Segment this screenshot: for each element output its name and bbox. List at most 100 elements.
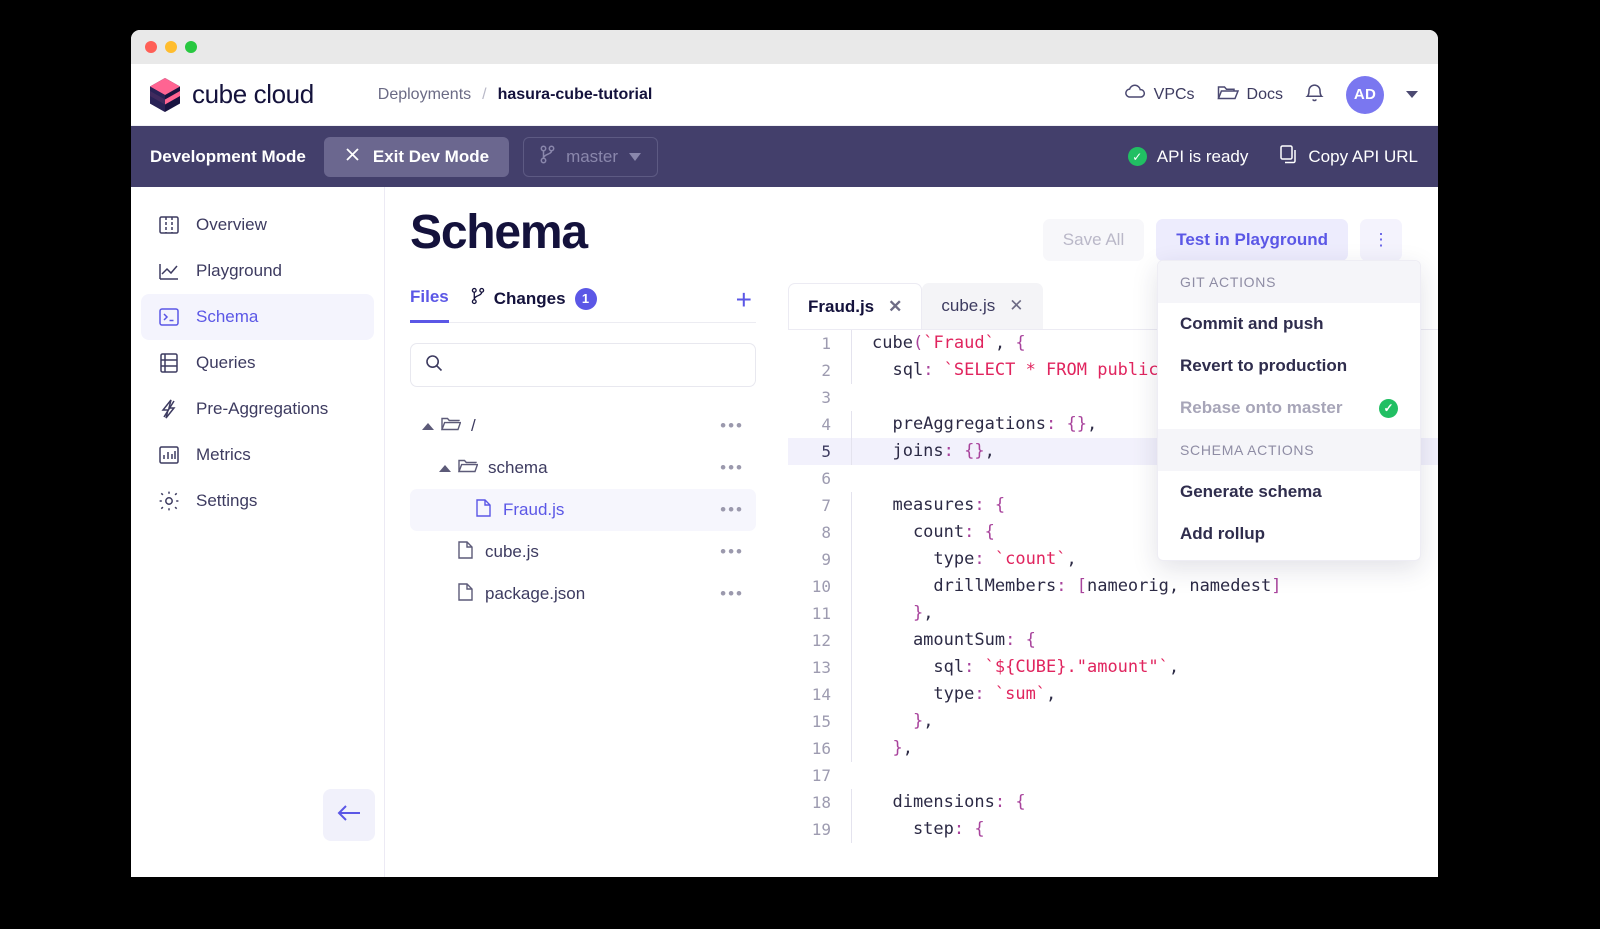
breadcrumb-deployments[interactable]: Deployments [378, 86, 471, 104]
code-line[interactable]: 13 sql: `${CUBE}."amount"`, [788, 654, 1438, 681]
tree-row-schema[interactable]: schema ••• [410, 447, 756, 489]
tree-row-menu[interactable]: ••• [720, 416, 744, 436]
development-mode-bar: Development Mode Exit Dev Mode master ✓ … [131, 126, 1438, 187]
sidebar-label: Metrics [196, 445, 251, 464]
sidebar-label: Playground [196, 261, 283, 280]
test-in-playground-button[interactable]: Test in Playground [1156, 219, 1348, 261]
tree-row-label: Fraud.js [503, 500, 565, 519]
code-line[interactable]: 19 step: { [788, 816, 1438, 843]
collapse-sidebar-button[interactable] [323, 789, 375, 841]
search-icon [425, 354, 443, 377]
docs-link[interactable]: Docs [1216, 84, 1283, 106]
code-line[interactable]: 11 }, [788, 600, 1438, 627]
editor-tab-cube-js[interactable]: cube.js ✕ [922, 283, 1043, 329]
sidebar-item-playground[interactable]: Playground [141, 248, 374, 294]
editor-tab-fraud-js[interactable]: Fraud.js ✕ [788, 283, 923, 329]
menu-item-revert-to-production[interactable]: Revert to production [1158, 345, 1420, 387]
sidebar-label: Settings [196, 491, 258, 510]
chevron-down-icon[interactable] [1406, 91, 1418, 98]
layout-icon [158, 214, 180, 236]
tree-row-fraud-js[interactable]: Fraud.js ••• [410, 489, 756, 531]
file-icon [458, 540, 473, 564]
copy-api-url-button[interactable]: Copy API URL [1280, 144, 1418, 169]
sidebar-item-overview[interactable]: Overview [141, 202, 374, 248]
code-line[interactable]: 14 type: `sum`, [788, 681, 1438, 708]
line-number: 12 [811, 631, 831, 650]
list-icon [158, 352, 180, 374]
code-text: count: { [851, 519, 995, 546]
actions-dropdown-menu: GIT ACTIONS Commit and push Revert to pr… [1157, 260, 1421, 561]
menu-item-generate-schema[interactable]: Generate schema [1158, 471, 1420, 513]
tree-row-package-json[interactable]: package.json ••• [410, 573, 756, 615]
save-all-button[interactable]: Save All [1042, 219, 1145, 261]
tree-row-menu[interactable]: ••• [720, 458, 744, 478]
code-text: amountSum: { [851, 627, 1036, 654]
sidebar-item-schema[interactable]: Schema [141, 294, 374, 340]
code-line[interactable]: 18 dimensions: { [788, 789, 1438, 816]
sidebar-label: Queries [196, 353, 256, 372]
tab-changes[interactable]: Changes 1 [471, 283, 597, 323]
sidebar-item-queries[interactable]: Queries [141, 340, 374, 386]
tab-changes-label: Changes [493, 288, 566, 308]
file-icon [476, 498, 491, 522]
menu-item-commit-and-push[interactable]: Commit and push [1158, 303, 1420, 345]
docs-label: Docs [1246, 85, 1283, 103]
sidebar-item-metrics[interactable]: Metrics [141, 432, 374, 478]
line-number: 18 [811, 793, 831, 812]
vpcs-link[interactable]: VPCs [1124, 84, 1195, 105]
changes-count-badge: 1 [574, 287, 597, 310]
code-text: type: `count`, [851, 546, 1077, 573]
search-input[interactable] [453, 356, 741, 374]
code-text: dimensions: { [851, 789, 1026, 816]
code-line[interactable]: 12 amountSum: { [788, 627, 1438, 654]
more-actions-button[interactable]: ⋮ [1360, 219, 1402, 261]
tree-row-label: cube.js [485, 542, 539, 561]
cube-cloud-logo[interactable]: cube cloud [148, 77, 314, 113]
window-minimize-button[interactable] [165, 41, 177, 53]
tab-files[interactable]: Files [410, 283, 449, 323]
caret-up-icon[interactable] [439, 464, 451, 472]
window-close-button[interactable] [145, 41, 157, 53]
tree-row-root[interactable]: / ••• [410, 405, 756, 447]
app-body: Overview Playground Schema Queries Pre-A… [131, 187, 1438, 877]
code-text: step: { [851, 816, 985, 843]
code-text: sql: `${CUBE}."amount"`, [851, 654, 1179, 681]
menu-item-add-rollup[interactable]: Add rollup [1158, 513, 1420, 560]
tree-row-cube-js[interactable]: cube.js ••• [410, 531, 756, 573]
tree-row-menu[interactable]: ••• [720, 542, 744, 562]
tree-row-menu[interactable]: ••• [720, 584, 744, 604]
window-titlebar [131, 30, 1438, 64]
tree-row-menu[interactable]: ••• [720, 500, 744, 520]
chart-line-icon [158, 260, 180, 282]
editor-tab-label: cube.js [941, 296, 996, 315]
code-line[interactable]: 17 [788, 762, 1438, 789]
close-icon[interactable]: ✕ [888, 297, 902, 317]
check-circle-icon: ✓ [1127, 147, 1147, 166]
exit-dev-mode-button[interactable]: Exit Dev Mode [323, 136, 510, 177]
file-search[interactable] [410, 343, 756, 387]
branch-name: master [566, 146, 619, 166]
avatar[interactable]: AD [1346, 75, 1384, 114]
line-number: 13 [811, 658, 831, 677]
terminal-icon [158, 306, 180, 328]
code-line[interactable]: 10 drillMembers: [nameorig, namedest] [788, 573, 1438, 600]
sidebar-item-pre-aggregations[interactable]: Pre-Aggregations [141, 386, 374, 432]
notifications-button[interactable] [1305, 82, 1324, 108]
menu-item-rebase-onto-master[interactable]: Rebase onto master ✓ [1158, 387, 1420, 429]
sidebar-item-settings[interactable]: Settings [141, 478, 374, 524]
tree-row-label: package.json [485, 584, 586, 603]
line-number: 4 [821, 415, 831, 434]
caret-up-icon[interactable] [422, 422, 434, 430]
menu-item-label: Rebase onto master [1180, 398, 1343, 417]
add-file-button[interactable]: + [736, 285, 756, 320]
folder-icon [457, 458, 479, 479]
bell-icon [1305, 82, 1324, 108]
devbar-right: ✓ API is ready Copy API URL [1127, 144, 1418, 169]
branch-selector[interactable]: master [523, 136, 659, 177]
close-icon[interactable]: ✕ [1009, 296, 1023, 316]
line-number: 17 [811, 766, 831, 785]
code-line[interactable]: 16 }, [788, 735, 1438, 762]
code-line[interactable]: 15 }, [788, 708, 1438, 735]
window-zoom-button[interactable] [185, 41, 197, 53]
code-text: sql: `SELECT * FROM public [851, 357, 1159, 384]
